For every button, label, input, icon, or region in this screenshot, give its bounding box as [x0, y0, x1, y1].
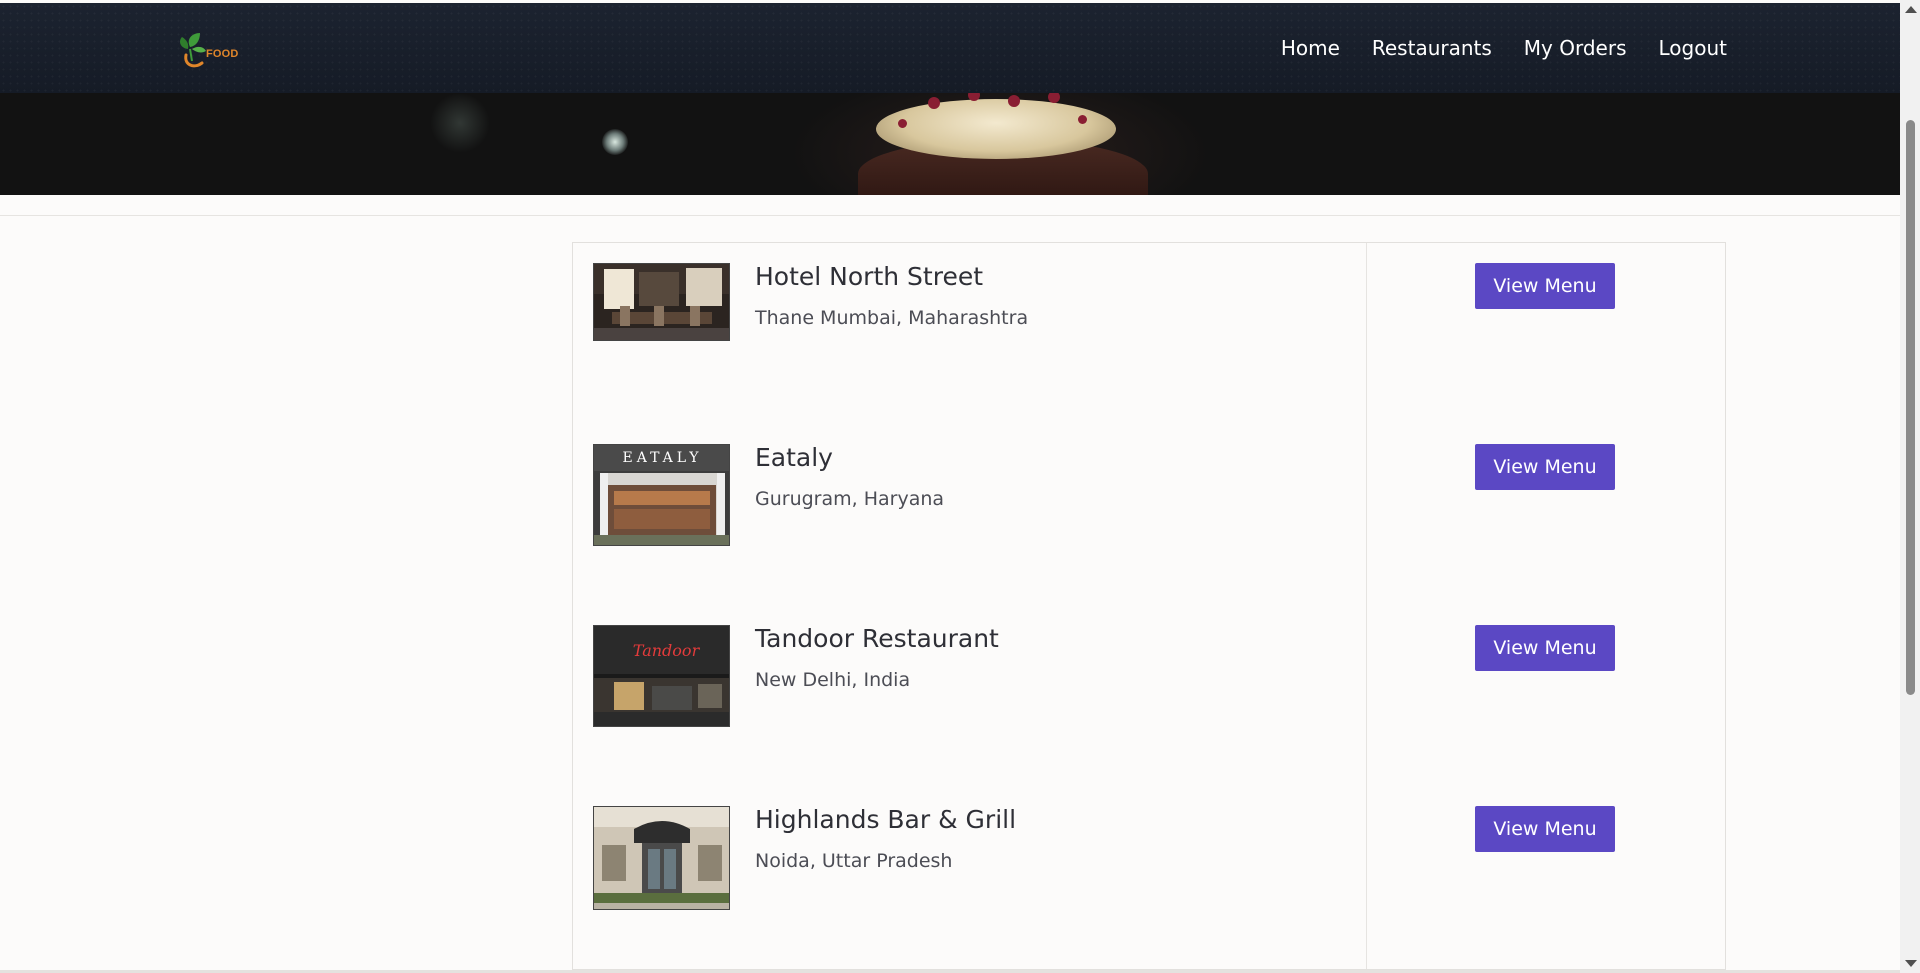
list-item: Highlands Bar & Grill Noida, Uttar Prade…	[573, 786, 1725, 910]
view-menu-button[interactable]: View Menu	[1475, 263, 1615, 309]
section-divider	[0, 215, 1900, 216]
restaurant-name: Eataly	[755, 443, 833, 472]
brand-logo[interactable]: FOOD	[176, 31, 246, 75]
restaurant-image	[593, 263, 730, 341]
restaurant-location: Thane Mumbai, Maharashtra	[755, 307, 1029, 329]
restaurant-name: Hotel North Street	[755, 262, 984, 291]
hero-banner	[0, 93, 1900, 195]
restaurant-list: Hotel North Street Thane Mumbai, Maharas…	[572, 242, 1726, 970]
nav-link-logout[interactable]: Logout	[1659, 36, 1727, 60]
view-menu-button[interactable]: View Menu	[1475, 625, 1615, 671]
hero-bokeh-light	[430, 93, 490, 153]
restaurant-name: Highlands Bar & Grill	[755, 805, 1017, 834]
restaurant-location: Gurugram, Haryana	[755, 488, 945, 510]
nav-link-home[interactable]: Home	[1281, 36, 1340, 60]
restaurant-image: EATALY	[593, 444, 730, 546]
restaurant-sign-text: EATALY	[623, 450, 703, 466]
restaurant-location: New Delhi, India	[755, 669, 911, 691]
scrollbar-thumb[interactable]	[1906, 120, 1915, 695]
scroll-down-icon[interactable]	[1905, 960, 1917, 967]
restaurant-location: Noida, Uttar Pradesh	[755, 850, 953, 872]
list-item: Hotel North Street Thane Mumbai, Maharas…	[573, 243, 1725, 353]
logo-text: FOOD	[206, 48, 239, 60]
page: FOOD Home Restaurants My Orders Logout H…	[0, 0, 1900, 973]
restaurant-image	[593, 806, 730, 910]
list-item: EATALY Eataly Gurugram, Haryana View Men…	[573, 424, 1725, 546]
restaurant-image: Tandoor	[593, 625, 730, 727]
nav-link-restaurants[interactable]: Restaurants	[1372, 36, 1492, 60]
vertical-scrollbar[interactable]	[1900, 0, 1920, 973]
nav-link-my-orders[interactable]: My Orders	[1524, 36, 1627, 60]
restaurant-name: Tandoor Restaurant	[755, 624, 999, 653]
nav-menu: Home Restaurants My Orders Logout	[1281, 3, 1727, 93]
scroll-up-icon[interactable]	[1905, 6, 1917, 13]
view-menu-button[interactable]: View Menu	[1475, 444, 1615, 490]
hero-bokeh-light	[602, 129, 628, 155]
restaurant-sign-text: Tandoor	[633, 641, 701, 660]
view-menu-button[interactable]: View Menu	[1475, 806, 1615, 852]
list-item: Tandoor Tandoor Restaurant New Delhi, In…	[573, 605, 1725, 727]
hero-cake-image	[858, 93, 1158, 195]
navbar: FOOD Home Restaurants My Orders Logout	[0, 3, 1900, 93]
